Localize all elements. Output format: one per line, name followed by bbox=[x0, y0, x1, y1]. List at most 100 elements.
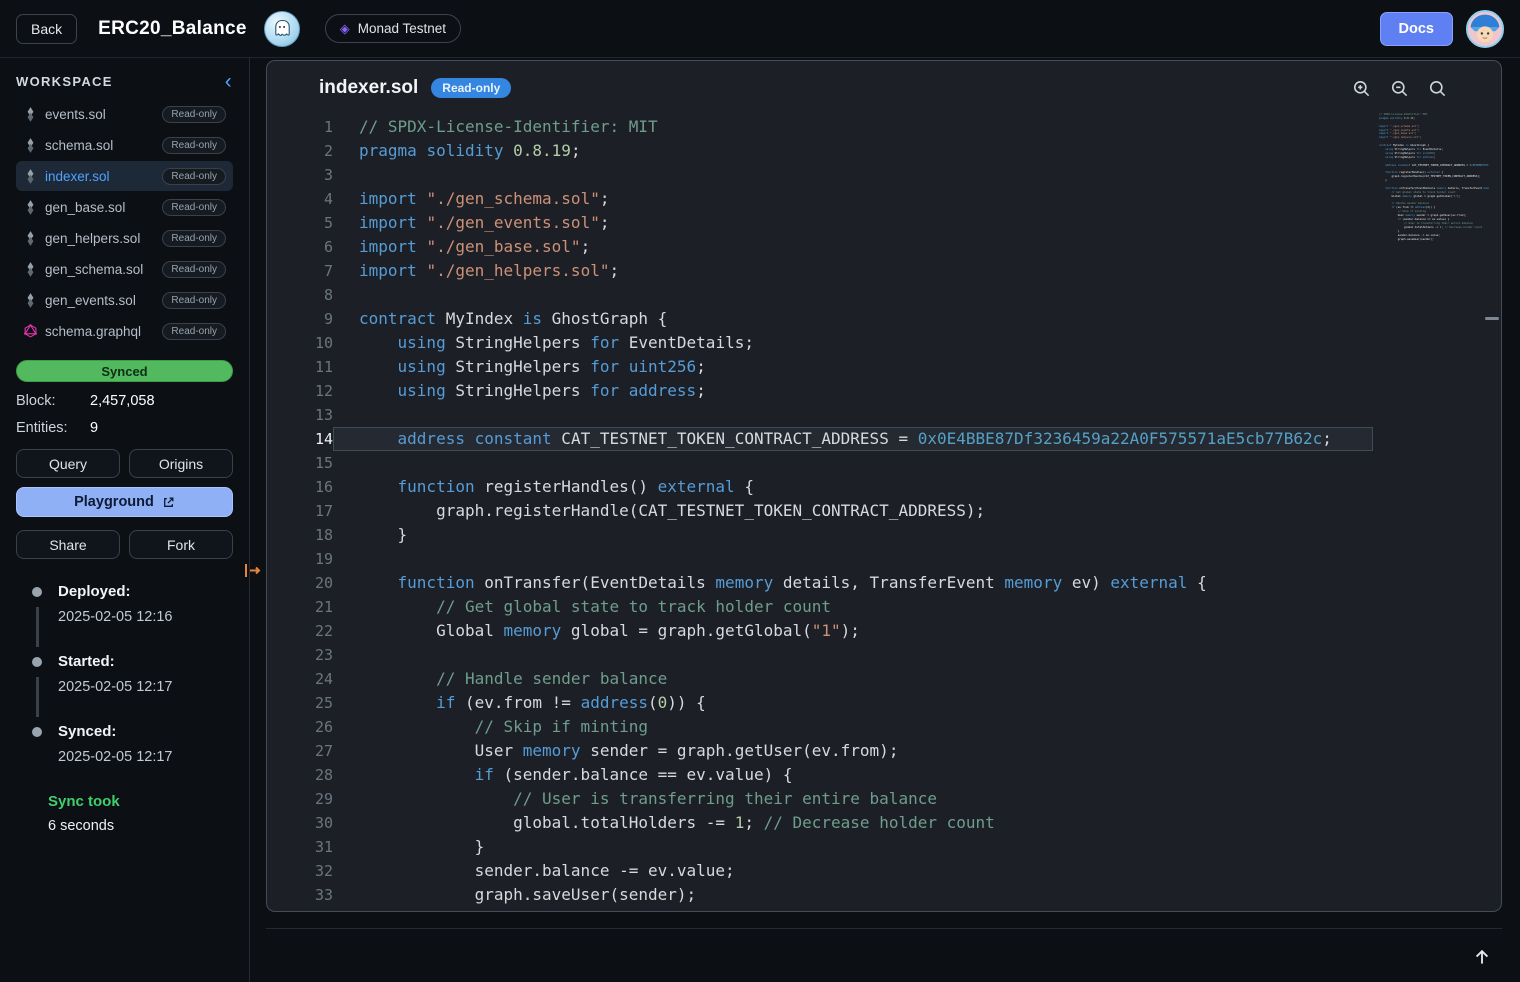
code-line-16[interactable]: 16 function registerHandles() external { bbox=[267, 475, 1501, 499]
zoom-in-icon[interactable] bbox=[1352, 79, 1371, 98]
code-line-10[interactable]: 10 using StringHelpers for EventDetails; bbox=[267, 331, 1501, 355]
file-item-gen_base.sol[interactable]: gen_base.solRead-only bbox=[16, 192, 233, 222]
file-item-schema.graphql[interactable]: schema.graphqlRead-only bbox=[16, 316, 233, 346]
code-line-31[interactable]: 31 } bbox=[267, 835, 1501, 859]
scroll-to-top-button[interactable] bbox=[1468, 943, 1496, 974]
code-text: import "./gen_base.sol"; bbox=[333, 235, 1373, 259]
timeline-dot-icon bbox=[32, 657, 42, 667]
playground-button-label: Playground bbox=[74, 494, 154, 510]
code-line-4[interactable]: 4import "./gen_schema.sol"; bbox=[267, 187, 1501, 211]
code-text: } bbox=[333, 835, 1373, 859]
line-number: 13 bbox=[267, 403, 333, 427]
file-item-events.sol[interactable]: events.solRead-only bbox=[16, 99, 233, 129]
code-line-18[interactable]: 18 } bbox=[267, 523, 1501, 547]
back-button[interactable]: Back bbox=[16, 14, 77, 44]
sync-status-badge: Synced bbox=[16, 360, 233, 382]
code-text: if (sender.balance == ev.value) { bbox=[333, 763, 1373, 787]
timeline-label: Deployed: bbox=[58, 583, 233, 600]
code-line-11[interactable]: 11 using StringHelpers for uint256; bbox=[267, 355, 1501, 379]
file-item-gen_schema.sol[interactable]: gen_schema.solRead-only bbox=[16, 254, 233, 284]
code-line-28[interactable]: 28 if (sender.balance == ev.value) { bbox=[267, 763, 1501, 787]
code-line-6[interactable]: 6import "./gen_base.sol"; bbox=[267, 235, 1501, 259]
file-name: gen_events.sol bbox=[45, 293, 154, 308]
search-icon[interactable] bbox=[1428, 79, 1447, 98]
code-line-21[interactable]: 21 // Get global state to track holder c… bbox=[267, 595, 1501, 619]
avatar-image bbox=[1468, 12, 1502, 46]
divider bbox=[266, 928, 1502, 929]
code-line-3[interactable]: 3 bbox=[267, 163, 1501, 187]
code-line-19[interactable]: 19 bbox=[267, 547, 1501, 571]
code-line-32[interactable]: 32 sender.balance -= ev.value; bbox=[267, 859, 1501, 883]
code-line-26[interactable]: 26 // Skip if minting bbox=[267, 715, 1501, 739]
timeline-value: 2025-02-05 12:17 bbox=[58, 679, 233, 695]
code-line-2[interactable]: 2pragma solidity 0.8.19; bbox=[267, 139, 1501, 163]
code-line-14[interactable]: 14 address constant CAT_TESTNET_TOKEN_CO… bbox=[267, 427, 1501, 451]
line-number: 21 bbox=[267, 595, 333, 619]
file-item-gen_events.sol[interactable]: gen_events.solRead-only bbox=[16, 285, 233, 315]
code-line-22[interactable]: 22 Global memory global = graph.getGloba… bbox=[267, 619, 1501, 643]
share-button[interactable]: Share bbox=[16, 530, 120, 559]
query-button[interactable]: Query bbox=[16, 449, 120, 478]
line-number: 16 bbox=[267, 475, 333, 499]
line-number: 18 bbox=[267, 523, 333, 547]
code-text: address constant CAT_TESTNET_TOKEN_CONTR… bbox=[333, 427, 1373, 451]
code-line-1[interactable]: 1// SPDX-License-Identifier: MIT bbox=[267, 115, 1501, 139]
code-text: global.totalHolders -= 1; // Decrease ho… bbox=[333, 811, 1373, 835]
line-number: 2 bbox=[267, 139, 333, 163]
avatar[interactable] bbox=[1466, 10, 1504, 48]
sync-took: Sync took 6 seconds bbox=[16, 793, 233, 834]
code-line-5[interactable]: 5import "./gen_events.sol"; bbox=[267, 211, 1501, 235]
code-line-12[interactable]: 12 using StringHelpers for address; bbox=[267, 379, 1501, 403]
solidity-file-icon bbox=[23, 138, 37, 153]
external-link-icon bbox=[162, 496, 175, 509]
collapse-sidebar-icon[interactable]: ‹ bbox=[225, 75, 233, 89]
line-number: 15 bbox=[267, 451, 333, 475]
sidebar: WORKSPACE ‹ events.solRead-onlyschema.so… bbox=[0, 58, 250, 982]
timeline: Deployed:2025-02-05 12:16Started:2025-02… bbox=[16, 583, 233, 771]
code-line-7[interactable]: 7import "./gen_helpers.sol"; bbox=[267, 259, 1501, 283]
arrow-up-icon bbox=[1472, 947, 1492, 967]
code-text: if (ev.from != address(0)) { bbox=[333, 691, 1373, 715]
solidity-file-icon bbox=[23, 169, 37, 184]
code-line-27[interactable]: 27 User memory sender = graph.getUser(ev… bbox=[267, 739, 1501, 763]
line-number: 24 bbox=[267, 667, 333, 691]
line-number: 28 bbox=[267, 763, 333, 787]
code-line-29[interactable]: 29 // User is transferring their entire … bbox=[267, 787, 1501, 811]
file-item-indexer.sol[interactable]: indexer.solRead-only bbox=[16, 161, 233, 191]
fork-button[interactable]: Fork bbox=[129, 530, 233, 559]
entities-stat: Entities: 9 bbox=[16, 420, 233, 436]
code-lines: 1// SPDX-License-Identifier: MIT2pragma … bbox=[267, 115, 1501, 907]
timeline-label: Synced: bbox=[58, 723, 233, 740]
timeline-entry: Synced:2025-02-05 12:17 bbox=[16, 723, 233, 771]
code-line-25[interactable]: 25 if (ev.from != address(0)) { bbox=[267, 691, 1501, 715]
code-text: // Handle sender balance bbox=[333, 667, 1373, 691]
code-line-23[interactable]: 23 bbox=[267, 643, 1501, 667]
file-item-gen_helpers.sol[interactable]: gen_helpers.solRead-only bbox=[16, 223, 233, 253]
code-line-33[interactable]: 33 graph.saveUser(sender); bbox=[267, 883, 1501, 907]
line-number: 17 bbox=[267, 499, 333, 523]
code-line-24[interactable]: 24 // Handle sender balance bbox=[267, 667, 1501, 691]
scrollbar-thumb[interactable] bbox=[1485, 317, 1499, 320]
code-line-13[interactable]: 13 bbox=[267, 403, 1501, 427]
code-text bbox=[333, 283, 1373, 307]
file-item-schema.sol[interactable]: schema.solRead-only bbox=[16, 130, 233, 160]
graphql-file-icon bbox=[23, 324, 37, 338]
line-number: 12 bbox=[267, 379, 333, 403]
code-line-9[interactable]: 9contract MyIndex is GhostGraph { bbox=[267, 307, 1501, 331]
code-text: // Skip if minting bbox=[333, 715, 1373, 739]
editor-panel: indexer.sol Read-only bbox=[266, 60, 1502, 912]
code-line-15[interactable]: 15 bbox=[267, 451, 1501, 475]
origins-button[interactable]: Origins bbox=[129, 449, 233, 478]
resize-handle[interactable] bbox=[242, 561, 262, 585]
code-line-20[interactable]: 20 function onTransfer(EventDetails memo… bbox=[267, 571, 1501, 595]
playground-button[interactable]: Playground bbox=[16, 487, 233, 517]
code-line-17[interactable]: 17 graph.registerHandle(CAT_TESTNET_TOKE… bbox=[267, 499, 1501, 523]
code-line-8[interactable]: 8 bbox=[267, 283, 1501, 307]
entities-value: 9 bbox=[90, 420, 98, 436]
network-badge[interactable]: ◈ Monad Testnet bbox=[325, 14, 461, 43]
minimap[interactable]: // SPDX-License-Identifier: MITpragma so… bbox=[1379, 113, 1489, 249]
code-editor[interactable]: 1// SPDX-License-Identifier: MIT2pragma … bbox=[267, 109, 1501, 911]
zoom-out-icon[interactable] bbox=[1390, 79, 1409, 98]
docs-button[interactable]: Docs bbox=[1380, 12, 1453, 46]
code-line-30[interactable]: 30 global.totalHolders -= 1; // Decrease… bbox=[267, 811, 1501, 835]
